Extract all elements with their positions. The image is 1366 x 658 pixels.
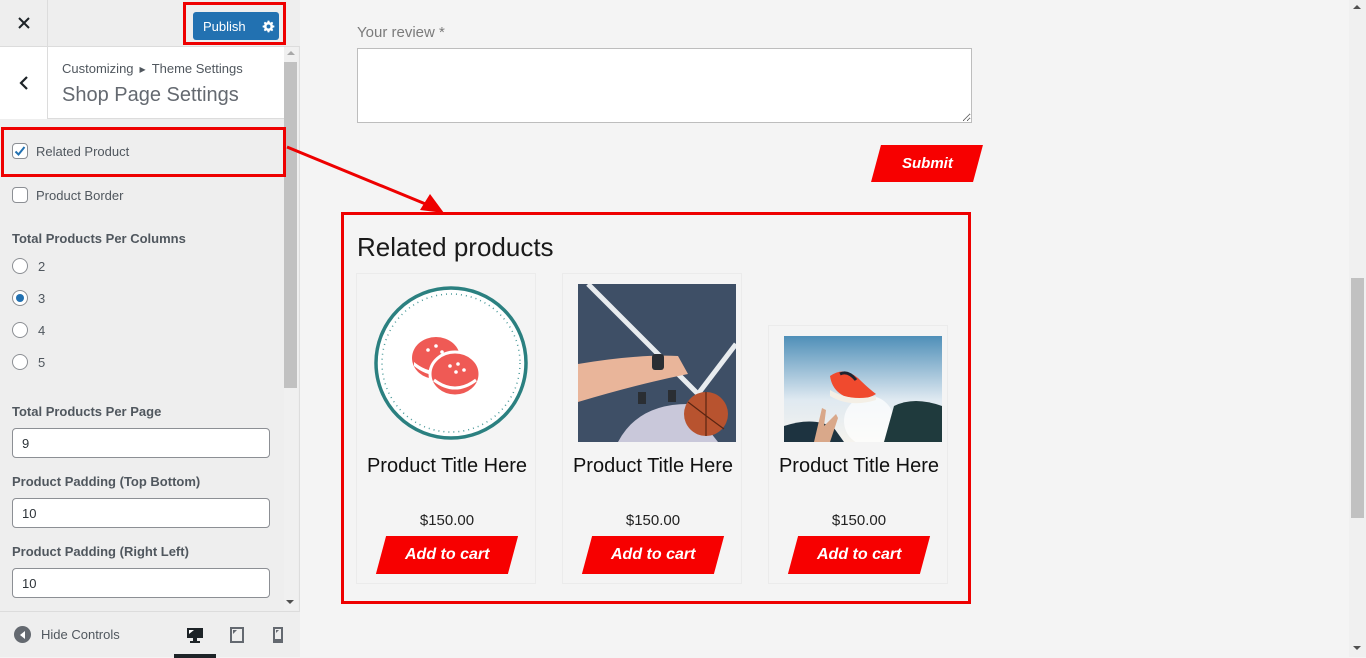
flying-sneaker-photo xyxy=(784,336,942,442)
scroll-down-arrow-icon[interactable] xyxy=(1353,646,1361,650)
product-card: Product Title Here $150.00 Add to cart xyxy=(356,273,536,584)
basketball-court-photo xyxy=(578,284,736,442)
columns-option-5[interactable]: 5 xyxy=(12,354,45,370)
related-product-label: Related Product xyxy=(36,143,130,159)
product-title[interactable]: Product Title Here xyxy=(563,454,743,478)
add-to-cart-label: Add to cart xyxy=(404,546,490,563)
macaron-badge-image xyxy=(374,286,528,440)
close-button[interactable] xyxy=(0,0,48,46)
preview-tablet-button[interactable] xyxy=(226,624,248,646)
scroll-up-arrow-icon[interactable] xyxy=(1353,5,1361,9)
columns-label: Total Products Per Columns xyxy=(12,231,186,246)
product-price: $150.00 xyxy=(625,512,681,529)
radio-label-2: 2 xyxy=(38,258,46,274)
collapse-left-icon xyxy=(14,626,31,643)
review-textarea[interactable] xyxy=(357,48,972,123)
add-to-cart-button[interactable]: Add to cart xyxy=(375,536,519,574)
site-preview: Your review * Submit Related products Pr… xyxy=(300,0,1366,657)
submit-label: Submit xyxy=(901,155,953,172)
related-products-heading: Related products xyxy=(357,232,554,262)
radio-label-5: 5 xyxy=(38,354,46,370)
preview-desktop-button[interactable] xyxy=(184,624,206,646)
hide-controls-button[interactable]: Hide Controls xyxy=(14,626,120,643)
radio-2[interactable] xyxy=(12,258,28,274)
product-image-macaron[interactable] xyxy=(372,284,530,442)
breadcrumb: Customizing ▶ Theme Settings xyxy=(62,61,243,76)
product-image-sneaker[interactable] xyxy=(784,336,942,442)
add-to-cart-button[interactable]: Add to cart xyxy=(581,536,725,574)
preview-scrollbar-thumb[interactable] xyxy=(1351,278,1364,518)
close-icon xyxy=(17,17,30,29)
back-button[interactable] xyxy=(0,47,48,119)
padding-right-left-input[interactable] xyxy=(12,568,270,598)
publish-settings-button[interactable] xyxy=(257,20,279,33)
sidebar-scrollbar-thumb[interactable] xyxy=(284,62,297,388)
desktop-icon xyxy=(187,628,203,643)
columns-option-2[interactable]: 2 xyxy=(12,258,45,274)
publish-highlight-annotation: Publish xyxy=(183,2,286,45)
sidebar-footer: Hide Controls xyxy=(0,611,300,658)
product-border-checkbox[interactable] xyxy=(12,187,28,203)
add-to-cart-label: Add to cart xyxy=(816,546,902,563)
product-price: $150.00 xyxy=(419,512,475,529)
section-header: Customizing ▶ Theme Settings Shop Page Set… xyxy=(0,47,284,119)
product-image-basketball[interactable] xyxy=(578,284,736,442)
triangle-right-icon: ▶ xyxy=(139,65,146,74)
product-border-label: Product Border xyxy=(36,187,124,203)
breadcrumb-root: Customizing xyxy=(62,61,134,76)
mobile-icon xyxy=(273,627,283,643)
padding-top-bottom-label: Product Padding (Top Bottom) xyxy=(12,474,201,489)
product-title[interactable]: Product Title Here xyxy=(357,454,537,478)
publish-label: Publish xyxy=(203,18,246,34)
hide-controls-label: Hide Controls xyxy=(41,627,120,642)
products-per-page-label: Total Products Per Page xyxy=(12,404,162,419)
page-title: Shop Page Settings xyxy=(62,84,239,106)
scroll-up-arrow-icon[interactable] xyxy=(287,51,295,55)
product-title[interactable]: Product Title Here xyxy=(769,454,949,478)
scroll-down-arrow-icon[interactable] xyxy=(286,600,294,604)
product-price: $150.00 xyxy=(831,512,887,529)
padding-top-bottom-input[interactable] xyxy=(12,498,270,528)
radio-label-3: 3 xyxy=(38,290,46,306)
sidebar-header: Publish xyxy=(0,0,300,47)
radio-4[interactable] xyxy=(12,322,28,338)
publish-button[interactable]: Publish xyxy=(193,12,279,40)
columns-option-3[interactable]: 3 xyxy=(12,290,45,306)
review-label: Your review * xyxy=(357,24,445,41)
add-to-cart-button[interactable]: Add to cart xyxy=(787,536,931,574)
gear-icon xyxy=(262,20,274,32)
products-per-page-input[interactable] xyxy=(12,428,270,458)
product-card: Product Title Here $150.00 Add to cart xyxy=(768,325,948,584)
radio-3[interactable] xyxy=(12,290,28,306)
checkmark-icon xyxy=(14,146,26,156)
active-device-indicator xyxy=(174,654,216,658)
add-to-cart-label: Add to cart xyxy=(610,546,696,563)
preview-mobile-button[interactable] xyxy=(267,624,289,646)
tablet-icon xyxy=(230,627,244,643)
related-product-checkbox-row[interactable]: Related Product xyxy=(12,143,129,159)
chevron-left-icon xyxy=(18,76,28,90)
breadcrumb-parent: Theme Settings xyxy=(151,61,243,76)
padding-right-left-label: Product Padding (Right Left) xyxy=(12,544,189,559)
customizer-sidebar: Publish Customizing ▶ Theme Settings Shop … xyxy=(0,0,300,658)
radio-selected-dot xyxy=(16,294,24,302)
radio-label-4: 4 xyxy=(38,322,46,338)
product-card: Product Title Here $150.00 Add to cart xyxy=(562,273,742,584)
related-product-checkbox[interactable] xyxy=(12,143,28,159)
submit-button[interactable]: Submit xyxy=(871,145,983,182)
radio-5[interactable] xyxy=(12,354,28,370)
columns-option-4[interactable]: 4 xyxy=(12,322,45,338)
product-border-checkbox-row[interactable]: Product Border xyxy=(12,187,123,203)
